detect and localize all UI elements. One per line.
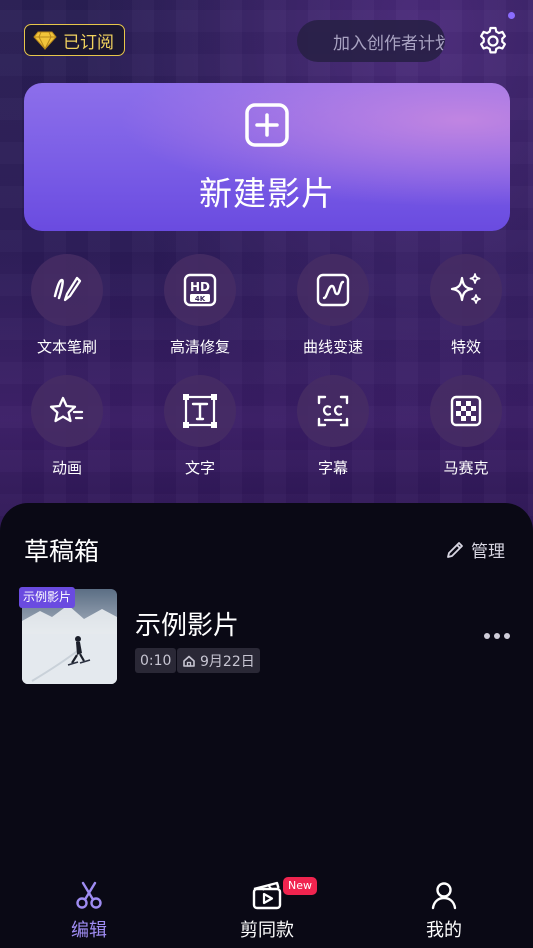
tool-label: 字幕 (317, 459, 348, 477)
text-brush-icon (53, 276, 82, 302)
tool-curve-speed[interactable]: 曲线变速 (283, 254, 383, 357)
tool-text-brush[interactable]: 文本笔刷 (17, 254, 117, 357)
new-badge: New (283, 877, 317, 895)
tool-icon-circle (297, 375, 369, 447)
plus-square-icon (245, 103, 289, 147)
tool-icon-circle (31, 254, 103, 326)
tool-label: 曲线变速 (302, 338, 363, 356)
settings-button[interactable] (474, 22, 512, 60)
caption-cc-icon (317, 395, 349, 427)
tool-icon-circle: HD 4K (164, 254, 236, 326)
sparkle-effects-icon (450, 273, 481, 304)
home-icon (183, 655, 195, 667)
tool-label: 高清修复 (169, 338, 230, 356)
nav-label: 编辑 (71, 920, 107, 941)
tool-text[interactable]: 文字 (150, 375, 250, 478)
template-clapper-icon (252, 881, 282, 910)
notification-dot (508, 12, 515, 19)
sample-tag: 示例影片 (19, 587, 76, 608)
tool-icon-circle (297, 254, 369, 326)
manage-button[interactable]: 管理 (445, 537, 505, 562)
tool-hd-restore[interactable]: HD 4K 高清修复 (150, 254, 250, 357)
scissors-icon (76, 881, 102, 909)
tool-label: 文本笔刷 (36, 338, 97, 356)
tool-animation[interactable]: 动画 (17, 375, 117, 478)
hd-4k-icon: HD 4K (183, 273, 217, 307)
tool-mosaic[interactable]: 马赛克 (416, 375, 516, 478)
mosaic-icon (450, 395, 482, 427)
svg-text:4K: 4K (195, 295, 206, 303)
subscription-badge[interactable]: 已订阅 (24, 24, 125, 56)
tool-effects[interactable]: 特效 (416, 254, 516, 357)
tool-captions[interactable]: 字幕 (283, 375, 383, 478)
svg-text:HD: HD (190, 280, 210, 294)
profile-icon (431, 882, 457, 910)
join-creator-button[interactable]: 加入创作者计划 (297, 20, 445, 62)
duration-chip: 0:10 (135, 648, 177, 673)
date-chip: 9月22日 (177, 648, 260, 673)
manage-label: 管理 (471, 542, 505, 562)
nav-profile[interactable]: 我的 (399, 880, 489, 942)
gear-icon (480, 26, 506, 54)
tool-label: 马赛克 (443, 459, 489, 477)
nav-label: 剪同款 (240, 920, 294, 941)
subscription-label: 已订阅 (63, 32, 114, 53)
more-options-icon[interactable] (484, 628, 512, 644)
tool-label: 动画 (51, 459, 82, 477)
diamond-icon (33, 31, 57, 50)
tool-icon-circle (31, 375, 103, 447)
drafts-title: 草稿箱 (24, 537, 100, 566)
curve-speed-icon (316, 273, 350, 307)
tool-icon-circle (164, 375, 236, 447)
join-creator-label: 加入创作者计划 (333, 33, 445, 54)
tool-label: 特效 (450, 338, 481, 356)
duration-text: 0:10 (140, 652, 172, 669)
new-project-label: 新建影片 (199, 174, 335, 213)
date-text: 9月22日 (200, 653, 255, 670)
tool-label: 文字 (184, 459, 215, 477)
star-animation-icon (49, 396, 84, 423)
nav-edit[interactable]: 编辑 (44, 880, 134, 942)
pencil-icon (447, 541, 463, 558)
text-frame-icon (183, 394, 217, 428)
nav-label: 我的 (426, 920, 462, 941)
draft-title[interactable]: 示例影片 (135, 605, 239, 642)
tool-icon-circle (430, 254, 502, 326)
tool-icon-circle (430, 375, 502, 447)
new-project-button[interactable]: 新建影片 (24, 83, 510, 231)
